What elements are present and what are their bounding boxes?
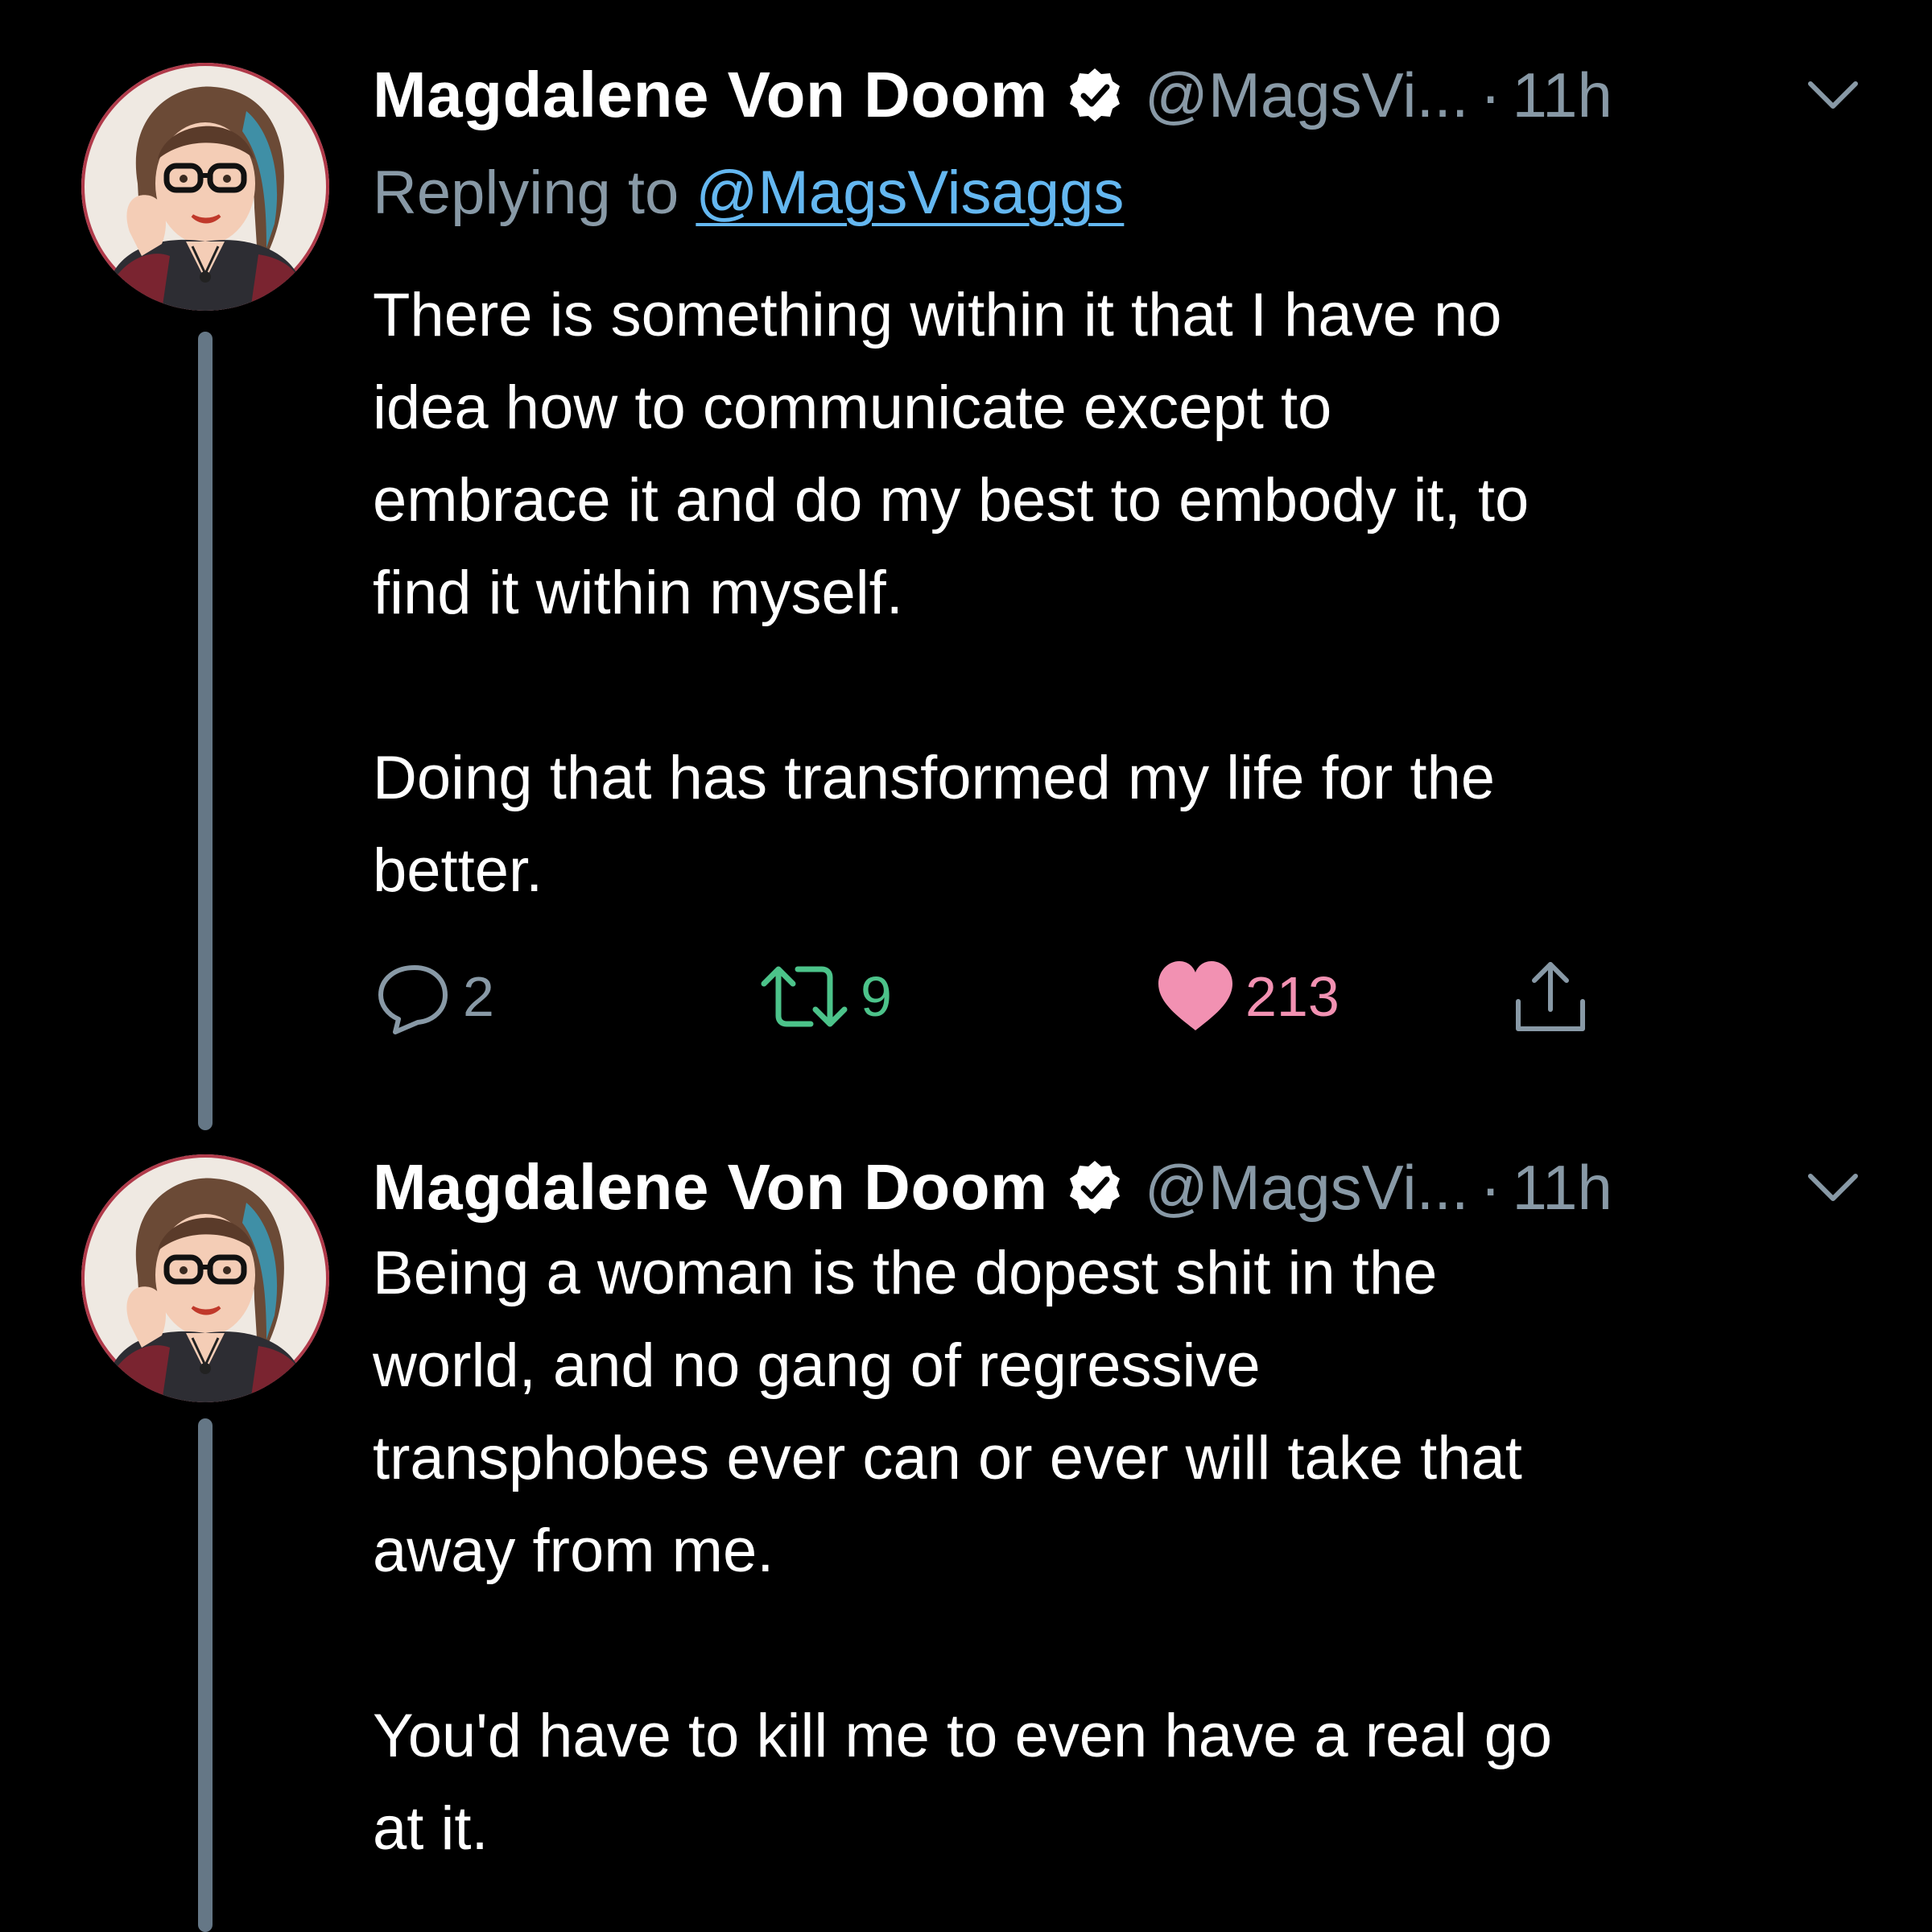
tweet-text-line: better. (373, 836, 543, 905)
replying-to-mention-link[interactable]: @MagsVisaggs (696, 159, 1124, 227)
author-name[interactable]: Magdalene Von Doom (373, 58, 1048, 132)
share-icon (1516, 962, 1585, 1031)
thread-line (198, 1418, 213, 1932)
chevron-down-icon[interactable] (1799, 1154, 1867, 1221)
tweet-text-line: find it within myself. (373, 559, 903, 627)
replying-to-prefix: Replying to (373, 159, 696, 227)
avatar-illustration (81, 63, 329, 311)
tweet-actions: 2 9 213 (373, 952, 1661, 1041)
timestamp[interactable]: 11h (1513, 59, 1612, 132)
tweet-2[interactable]: Magdalene Von Doom @MagsVi... · 11h Bein… (0, 1135, 1932, 1932)
tweet-text-line: embrace it and do my best to embody it, … (373, 466, 1530, 535)
tweet-text-line: world, and no gang of regressive (373, 1331, 1261, 1400)
retweet-count: 9 (861, 965, 892, 1028)
author-handle[interactable]: @MagsVi... (1145, 1151, 1469, 1224)
chevron-down-icon[interactable] (1799, 61, 1867, 129)
reply-button[interactable]: 2 (373, 952, 494, 1041)
tweet-text-line: idea how to communicate except to (373, 374, 1332, 442)
avatar[interactable] (81, 63, 329, 311)
thread-line (198, 332, 213, 1130)
verified-badge-icon (1066, 1158, 1124, 1216)
tweet-text-line: transphobes ever can or ever will take t… (373, 1424, 1522, 1492)
like-button[interactable]: 213 (1155, 952, 1340, 1041)
tweet-header: Magdalene Von Doom @MagsVi... · 11h (373, 59, 1886, 131)
author-name[interactable]: Magdalene Von Doom (373, 1150, 1048, 1224)
retweet-button[interactable]: 9 (758, 952, 892, 1041)
author-handle[interactable]: @MagsVi... (1145, 59, 1469, 132)
reply-bubble-icon (378, 965, 448, 1034)
heart-icon (1158, 961, 1232, 1030)
tweet-1[interactable]: Magdalene Von Doom @MagsVi... · 11h Repl… (0, 0, 1932, 1135)
tweet-text: There is something within it that I have… (373, 269, 1838, 917)
tweet-header: Magdalene Von Doom @MagsVi... · 11h (373, 1151, 1886, 1224)
verified-badge-icon (1066, 66, 1124, 124)
avatar-illustration (81, 1154, 329, 1402)
header-separator: · (1480, 59, 1501, 130)
tweet-text-line: away from me. (373, 1517, 774, 1585)
tweet-text-line: You'd have to kill me to even have a rea… (373, 1702, 1553, 1770)
tweet-text: Being a woman is the dopest shit in the … (373, 1227, 1838, 1875)
tweet-text-line: There is something within it that I have… (373, 281, 1502, 349)
reply-count: 2 (463, 965, 494, 1028)
tweet-text-line: Doing that has transformed my life for t… (373, 744, 1495, 812)
retweet-icon (761, 966, 848, 1027)
like-count: 213 (1245, 965, 1340, 1028)
avatar[interactable] (81, 1154, 329, 1402)
timestamp[interactable]: 11h (1513, 1151, 1612, 1224)
tweet-text-line: Being a woman is the dopest shit in the (373, 1239, 1438, 1307)
share-button[interactable] (1510, 952, 1591, 1041)
replying-to: Replying to @MagsVisaggs (373, 158, 1124, 228)
tweet-text-line: at it. (373, 1794, 489, 1863)
header-separator: · (1480, 1151, 1501, 1223)
